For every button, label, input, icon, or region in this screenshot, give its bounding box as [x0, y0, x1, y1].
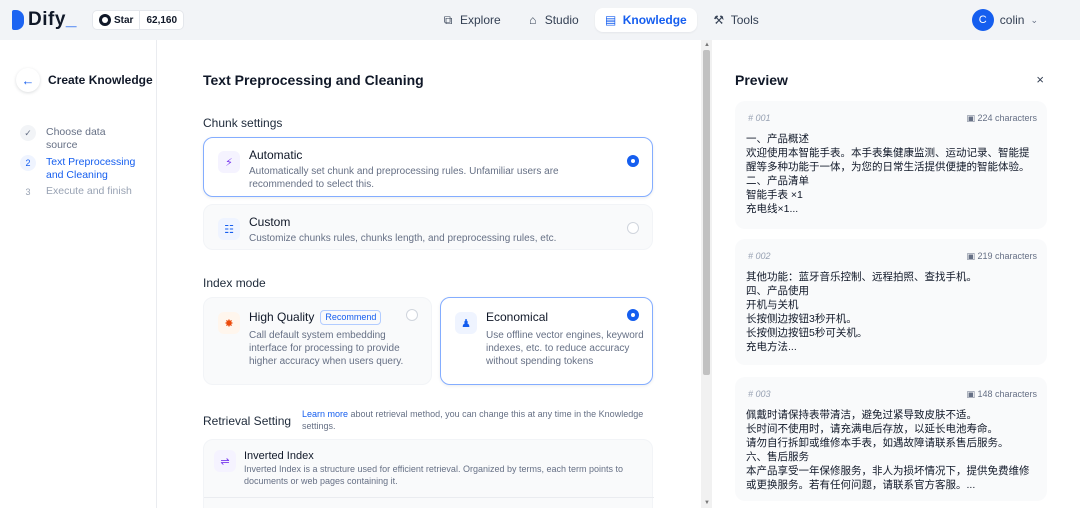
step-choose-data-source: ✓ Choose data source [20, 125, 138, 152]
chunk-char-count: 224 characters [977, 113, 1037, 123]
inverted-index-icon: ⇌ [214, 450, 236, 472]
chunk-custom-option[interactable]: ☷ Custom Customize chunks rules, chunks … [203, 204, 653, 250]
option-desc: Call default system embedding interface … [249, 330, 404, 367]
main-scrollbar[interactable]: ▲ ▼ [701, 40, 712, 508]
main-nav: ⧉ Explore ⌂ Studio ▤ Knowledge ⚒ Tools [432, 8, 769, 32]
steps-title: Create Knowledge [48, 73, 153, 87]
learn-more-link[interactable]: Learn more [302, 409, 348, 419]
option-desc: Customize chunks rules, chunks length, a… [249, 233, 557, 244]
back-button[interactable]: ← [16, 68, 40, 92]
nav-knowledge[interactable]: ▤ Knowledge [594, 8, 697, 32]
book-icon: ▤ [605, 13, 617, 27]
chunk-id: # 003 [748, 389, 771, 399]
step-text-preprocessing: 2 Text Preprocessing and Cleaning [20, 155, 138, 182]
preview-chunk: # 001 ▣ 224 characters 一、产品概述 欢迎使用本智能手表。… [735, 101, 1047, 229]
nav-studio[interactable]: ⌂ Studio [517, 8, 589, 32]
index-high-quality-option[interactable]: ✸ High Quality Recommend Call default sys… [203, 297, 432, 385]
scroll-down-icon[interactable]: ▼ [704, 500, 710, 506]
custom-radio[interactable] [627, 222, 639, 234]
index-economical-option[interactable]: ♟ Economical Use offline vector engines,… [440, 297, 653, 385]
chunk-text: 一、产品概述 欢迎使用本智能手表。本手表集健康监测、运动记录、智能提醒等多种功能… [746, 133, 1030, 215]
step-number: 2 [20, 155, 36, 171]
avatar: C [971, 9, 994, 31]
user-name: colin [999, 13, 1025, 27]
close-icon[interactable]: × [1036, 72, 1044, 87]
automatic-radio[interactable] [627, 155, 639, 167]
document-icon: ▣ [966, 251, 978, 261]
page-title: Text Preprocessing and Cleaning [203, 72, 424, 88]
star-count: 62,160 [139, 11, 183, 29]
user-menu[interactable]: C colin ⌄ [971, 9, 1038, 31]
index-mode-label: Index mode [203, 276, 266, 290]
dify-logo[interactable]: Dify_ [12, 9, 77, 31]
steps-sidebar: ← Create Knowledge ✓ Choose data source … [0, 40, 157, 508]
economical-radio[interactable] [627, 309, 639, 321]
inverted-index-card[interactable]: ⇌ Inverted Index Inverted Index is a str… [203, 439, 654, 508]
option-desc: Automatically set chunk and preprocessin… [249, 166, 559, 190]
chunk-settings-label: Chunk settings [203, 116, 283, 130]
chevron-down-icon: ⌄ [1030, 14, 1038, 25]
chunk-id: # 002 [748, 251, 771, 261]
chunk-char-count: 219 characters [977, 251, 1037, 261]
github-star-button[interactable]: Star 62,160 [92, 10, 185, 30]
scroll-up-icon[interactable]: ▲ [704, 42, 710, 48]
document-icon: ▣ [966, 113, 978, 123]
lightning-icon: ⚡ [218, 151, 240, 173]
piggy-bank-icon: ♟ [455, 312, 477, 334]
option-title: Inverted Index [244, 450, 314, 462]
github-icon [99, 14, 111, 26]
retrieval-setting-label: Retrieval Setting [203, 414, 292, 428]
chunk-automatic-option[interactable]: ⚡ Automatic Automatically set chunk and … [203, 137, 653, 197]
preview-chunk: # 002 ▣ 219 characters 其他功能：蓝牙音乐控制、远程拍照、… [735, 239, 1047, 365]
robot-icon: ⌂ [529, 13, 537, 27]
nav-explore[interactable]: ⧉ Explore [432, 8, 511, 32]
document-icon: ▣ [966, 389, 978, 399]
option-desc: Use offline vector engines, keyword inde… [486, 330, 644, 367]
retrieval-note: Learn more about retrieval method, you c… [302, 409, 644, 431]
chunk-char-count: 148 characters [977, 389, 1037, 399]
preview-panel: Preview × # 001 ▣ 224 characters 一、产品概述 … [712, 40, 1080, 508]
compass-icon: ⧉ [443, 12, 453, 27]
preview-chunk: # 003 ▣ 148 characters 佩戴时请保持表带清洁，避免过紧导致… [735, 377, 1047, 501]
scroll-thumb[interactable] [703, 50, 710, 375]
sun-icon: ✸ [218, 312, 240, 334]
option-title: Custom [249, 215, 291, 229]
arrow-left-icon: ← [21, 72, 35, 88]
chunk-text: 其他功能：蓝牙音乐控制、远程拍照、查找手机。 四、产品使用 开机与关机 长按侧边… [746, 271, 977, 353]
chunk-id: # 001 [748, 113, 771, 123]
step-number: 3 [25, 187, 31, 197]
option-title: Automatic [249, 148, 303, 162]
chunk-text: 佩戴时请保持表带清洁，避免过紧导致皮肤不适。 长时间不使用时，请充满电后存放，以… [746, 409, 1030, 491]
recommend-badge: Recommend [320, 310, 382, 325]
option-title: Economical [486, 310, 549, 324]
option-desc: Inverted Index is a structure used for e… [244, 464, 624, 486]
top-bar: Dify_ Star 62,160 ⧉ Explore ⌂ Studio ▤ K… [0, 0, 1080, 40]
preview-title: Preview [735, 72, 788, 88]
nav-tools[interactable]: ⚒ Tools [703, 8, 769, 32]
logo-mark-icon [12, 10, 24, 30]
high-quality-radio[interactable] [406, 309, 418, 321]
step-execute-finish: 3 Execute and finish [20, 184, 138, 200]
tools-icon: ⚒ [713, 13, 725, 27]
check-icon: ✓ [20, 125, 36, 141]
star-label: Star [114, 14, 134, 26]
divider [204, 497, 654, 498]
main-panel: Text Preprocessing and Cleaning Chunk se… [157, 40, 701, 508]
option-title: High Quality [249, 310, 315, 324]
brand-name: Dify [28, 9, 66, 30]
sliders-icon: ☷ [218, 218, 240, 240]
